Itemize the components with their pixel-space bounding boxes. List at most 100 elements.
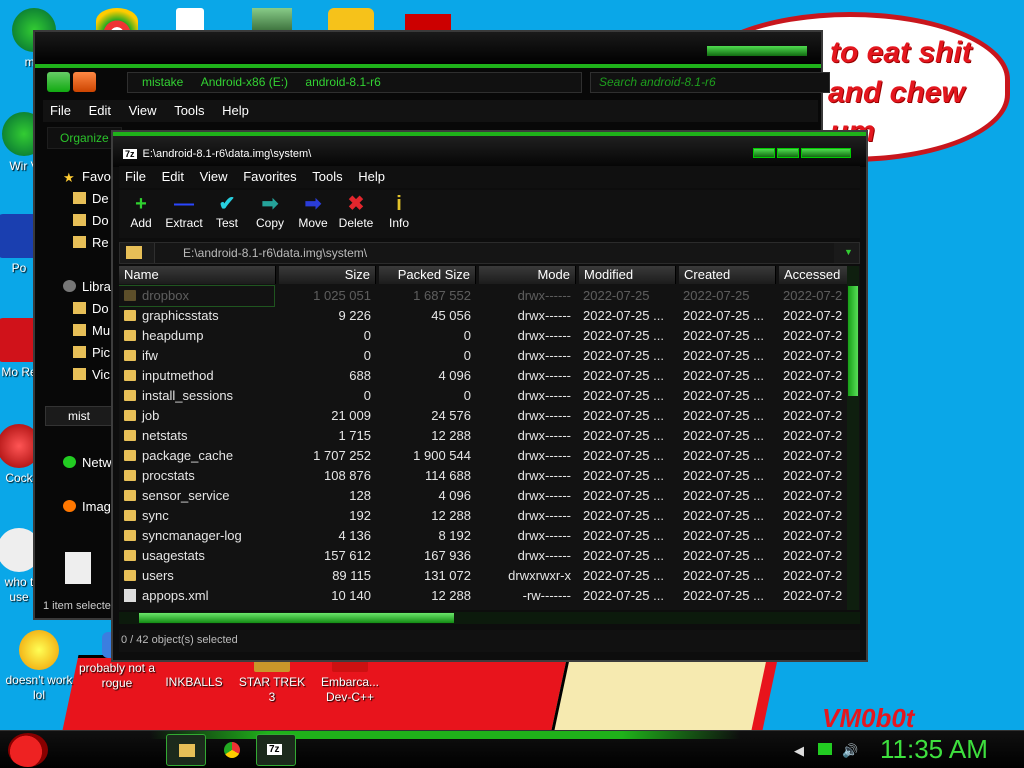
bubble-line-1: to eat shit bbox=[830, 36, 972, 69]
folder-up-icon[interactable] bbox=[126, 246, 142, 259]
scroll-thumb[interactable] bbox=[139, 613, 454, 623]
chevron-down-icon[interactable]: ▼ bbox=[844, 247, 853, 257]
cell-packed: 12 288 bbox=[379, 586, 471, 606]
cell-mode: drwx------ bbox=[479, 426, 571, 446]
cell-modified: 2022-07-25 ... bbox=[583, 306, 679, 326]
desktop-icon-devcpp[interactable]: Embarca... Dev-C++ bbox=[312, 656, 388, 705]
column-packed-size[interactable]: Packed Size bbox=[379, 266, 476, 284]
menu-view[interactable]: View bbox=[200, 169, 228, 184]
menu-edit[interactable]: Edit bbox=[162, 169, 184, 184]
breadcrumb-item[interactable]: mistake bbox=[142, 75, 183, 89]
cell-packed: 0 bbox=[379, 346, 471, 366]
7zip-titlebar[interactable]: 7z E:\android-8.1-r6\data.img\system\ bbox=[113, 132, 866, 167]
start-button[interactable] bbox=[8, 733, 48, 767]
table-row[interactable]: install_sessions 0 0 drwx------ 2022-07-25 .… bbox=[119, 386, 843, 406]
cell-text: 4 096 bbox=[438, 368, 471, 383]
column-mode[interactable]: Mode bbox=[479, 266, 576, 284]
vertical-scrollbar[interactable] bbox=[847, 266, 859, 610]
delete-button[interactable]: ✖ Delete bbox=[334, 192, 378, 230]
menu-tools[interactable]: Tools bbox=[312, 169, 342, 184]
table-row[interactable]: job 21 009 24 576 drwx------ 2022-07-25 ... 2… bbox=[119, 406, 843, 426]
table-row[interactable]: inputmethod 688 4 096 drwx------ 2022-07-25 … bbox=[119, 366, 843, 386]
move-button[interactable]: ➡ Move bbox=[291, 192, 335, 230]
table-row[interactable]: graphicsstats 9 226 45 056 drwx------ 2022-0… bbox=[119, 306, 843, 326]
menu-help[interactable]: Help bbox=[222, 103, 249, 118]
sidebar-item-mistake[interactable]: mist bbox=[45, 406, 115, 426]
cell-text: 12 288 bbox=[431, 508, 471, 523]
taskbar-chrome[interactable] bbox=[212, 734, 252, 766]
table-row[interactable]: heapdump 0 0 drwx------ 2022-07-25 ... 2022-0… bbox=[119, 326, 843, 346]
menu-tools[interactable]: Tools bbox=[174, 103, 204, 118]
menu-help[interactable]: Help bbox=[358, 169, 385, 184]
menu-file[interactable]: File bbox=[125, 169, 146, 184]
cell-created: 2022-07-25 ... bbox=[683, 486, 779, 506]
column-name[interactable]: Name bbox=[119, 266, 276, 284]
cell-text: 2022-07-2 bbox=[783, 288, 843, 303]
extract-button[interactable]: — Extract bbox=[162, 192, 206, 230]
cell-text: 2022-07-2 bbox=[783, 388, 843, 403]
clock[interactable]: 11:35 AM bbox=[880, 734, 988, 765]
table-row[interactable]: sync 192 12 288 drwx------ 2022-07-25 ... 202… bbox=[119, 506, 843, 526]
cell-created: 2022-07-25 ... bbox=[683, 466, 779, 486]
horizontal-scrollbar[interactable] bbox=[119, 612, 860, 624]
menu-edit[interactable]: Edit bbox=[89, 103, 111, 118]
copy-button[interactable]: ➡ Copy bbox=[248, 192, 292, 230]
network-tray-icon[interactable] bbox=[818, 743, 832, 755]
desktop-icon-yahoo[interactable]: doesn't work lol bbox=[0, 630, 78, 703]
7zip-window[interactable]: 7z E:\android-8.1-r6\data.img\system\ Fil… bbox=[111, 130, 868, 662]
search-input[interactable]: Search android-8.1-r6 bbox=[590, 72, 830, 93]
menu-file[interactable]: File bbox=[50, 103, 71, 118]
path-input[interactable]: E:\android-8.1-r6\data.img\system\ bbox=[154, 243, 834, 263]
taskbar-7zip[interactable]: 7z bbox=[256, 734, 296, 766]
close-button[interactable] bbox=[801, 148, 851, 158]
7zip-logo-icon: 7z bbox=[123, 149, 137, 159]
breadcrumb[interactable]: mistake Android-x86 (E:) android-8.1-r6 bbox=[127, 72, 582, 93]
cell-text: 2022-07-25 ... bbox=[683, 488, 764, 503]
minimize-button[interactable] bbox=[753, 148, 775, 158]
menu-view[interactable]: View bbox=[129, 103, 157, 118]
table-row[interactable]: package_cache 1 707 252 1 900 544 drwx-----… bbox=[119, 446, 843, 466]
scroll-thumb[interactable] bbox=[848, 286, 858, 396]
table-row[interactable]: procstats 108 876 114 688 drwx------ 2022-07… bbox=[119, 466, 843, 486]
desktop-icon-inkballs[interactable]: INKBALLS bbox=[156, 662, 232, 690]
explorer-titlebar[interactable] bbox=[35, 32, 821, 68]
cell-text: 1 687 552 bbox=[413, 288, 471, 303]
breadcrumb-item[interactable]: Android-x86 (E:) bbox=[201, 75, 288, 89]
window-controls[interactable] bbox=[707, 46, 807, 56]
table-row[interactable]: usagestats 157 612 167 936 drwx------ 2022-0… bbox=[119, 546, 843, 566]
cell-created: 2022-07-25 ... bbox=[683, 346, 779, 366]
cell-text: 0 bbox=[363, 348, 371, 363]
sidebar-item-label: Do bbox=[92, 301, 109, 316]
column-modified[interactable]: Modified bbox=[579, 266, 676, 284]
table-row[interactable]: ifw 0 0 drwx------ 2022-07-25 ... 2022-07-25 … bbox=[119, 346, 843, 366]
volume-icon[interactable]: 🔊 bbox=[842, 743, 858, 759]
menu-favorites[interactable]: Favorites bbox=[243, 169, 296, 184]
cell-accessed: 2022-07-2 bbox=[783, 566, 845, 586]
desktop-icon-label: who t use bbox=[4, 575, 34, 604]
table-row[interactable]: netstats 1 715 12 288 drwx------ 2022-07-25 … bbox=[119, 426, 843, 446]
info-button[interactable]: i Info bbox=[377, 192, 421, 230]
column-created[interactable]: Created bbox=[679, 266, 776, 284]
folder-icon bbox=[73, 214, 86, 226]
table-row[interactable]: dropbox 1 025 051 1 687 552 drwx------ 2022-… bbox=[119, 285, 843, 307]
column-size[interactable]: Size bbox=[279, 266, 376, 284]
forward-button[interactable] bbox=[73, 72, 96, 92]
add-button[interactable]: + Add bbox=[119, 192, 163, 230]
maximize-button[interactable] bbox=[777, 148, 799, 158]
taskbar-explorer[interactable] bbox=[166, 734, 206, 766]
cell-text: 1 900 544 bbox=[413, 448, 471, 463]
back-button[interactable] bbox=[47, 72, 70, 92]
window-title: 7z E:\android-8.1-r6\data.img\system\ bbox=[123, 148, 311, 160]
table-row[interactable]: users 89 115 131 072 drwxrwxr-x 2022-07-25 .… bbox=[119, 566, 843, 586]
cell-text: 108 876 bbox=[324, 468, 371, 483]
breadcrumb-item[interactable]: android-8.1-r6 bbox=[305, 75, 380, 89]
cell-text: 2022-07-25 ... bbox=[683, 448, 764, 463]
test-button[interactable]: ✔ Test bbox=[205, 192, 249, 230]
table-row[interactable]: sensor_service 128 4 096 drwx------ 2022-07-… bbox=[119, 486, 843, 506]
table-row[interactable]: syncmanager-log 4 136 8 192 drwx------ 2022-… bbox=[119, 526, 843, 546]
toolbar-label: Info bbox=[388, 216, 409, 230]
notifications-icon[interactable]: ◀ bbox=[794, 743, 804, 759]
desktop-icon-star-trek[interactable]: STAR TREK 3 bbox=[234, 656, 310, 705]
table-row[interactable]: appops.xml 10 140 12 288 -rw------- 2022-07-… bbox=[119, 586, 843, 606]
cell-modified: 2022-07-25 ... bbox=[583, 406, 679, 426]
